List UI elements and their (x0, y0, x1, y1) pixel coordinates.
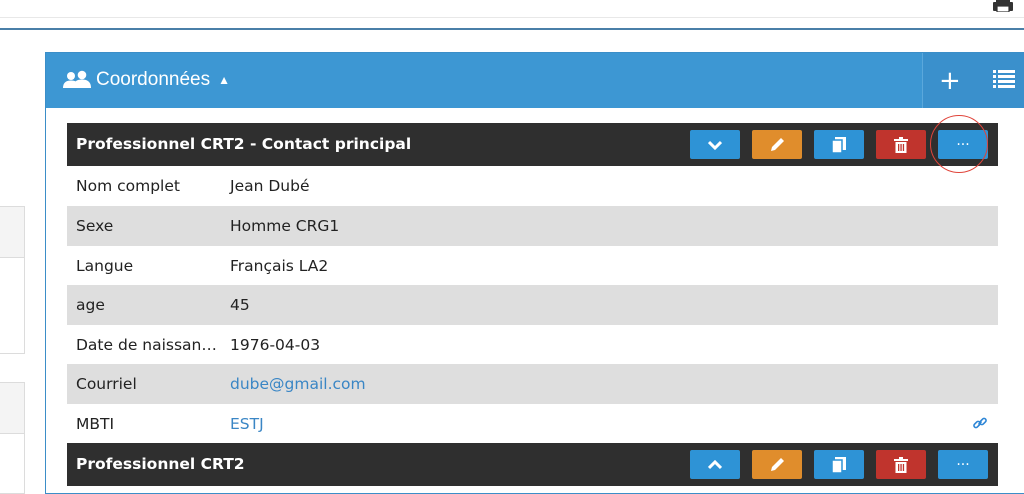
copy-icon (832, 456, 846, 473)
field-label: Courriel (76, 375, 137, 393)
field-value: Français LA2 (230, 257, 329, 275)
field-value: Jean Dubé (230, 177, 310, 195)
copy-button[interactable] (814, 450, 864, 479)
field-label: Nom complet (76, 177, 180, 195)
field-row: MBTI ESTJ (67, 404, 998, 444)
field-row: Date de naissan… 1976-04-03 (67, 325, 998, 365)
chevron-down-icon (708, 140, 722, 150)
field-row: Courriel dube@gmail.com (67, 364, 998, 404)
field-label: Date de naissan… (76, 336, 217, 354)
trash-icon (894, 456, 908, 473)
printer-icon[interactable] (992, 0, 1014, 12)
panel-header: Coordonnées ▲ + (46, 53, 1024, 108)
delete-button[interactable] (876, 450, 926, 479)
more-button[interactable]: ··· (938, 130, 988, 159)
side-panel-1 (0, 206, 25, 354)
field-label: age (76, 296, 105, 314)
field-label: MBTI (76, 415, 115, 433)
delete-button[interactable] (876, 130, 926, 159)
side-panel-1-header (0, 207, 24, 258)
field-label: Langue (76, 257, 134, 275)
side-panel-2 (0, 382, 25, 494)
field-value: 1976-04-03 (230, 336, 321, 354)
top-bar (0, 0, 1024, 30)
chevron-up-icon (708, 459, 722, 469)
edit-button[interactable] (752, 450, 802, 479)
link-icon[interactable] (972, 415, 988, 435)
copy-button[interactable] (814, 130, 864, 159)
panel-title-text: Coordonnées (96, 69, 211, 90)
more-button[interactable]: ··· (938, 450, 988, 479)
record-actions: ··· (690, 130, 988, 159)
field-row: Nom complet Jean Dubé (67, 166, 998, 206)
pencil-icon (771, 137, 784, 151)
panel-title-toggle[interactable]: Coordonnées ▲ (62, 67, 230, 93)
field-row: Langue Français LA2 (67, 246, 998, 286)
list-icon[interactable] (992, 68, 1015, 94)
trash-icon (894, 136, 908, 153)
field-value: Homme CRG1 (230, 217, 340, 235)
copy-icon (832, 136, 846, 153)
plus-icon[interactable]: + (939, 68, 961, 94)
field-label: Sexe (76, 217, 114, 235)
side-panel-2-header (0, 383, 24, 434)
header-actions: + (922, 53, 1024, 108)
field-row: age 45 (67, 285, 998, 325)
more-icon: ··· (956, 456, 970, 473)
caret-up-icon: ▲ (218, 73, 230, 87)
record-title: Professionnel CRT2 - Contact principal (76, 135, 412, 153)
record-header: Professionnel CRT2 - Contact principal ·… (67, 123, 998, 166)
coordonnees-panel: Coordonnées ▲ + Professionnel CRT2 - Con… (45, 52, 1024, 494)
record-actions: ··· (690, 450, 988, 479)
pencil-icon (771, 457, 784, 471)
field-value: 45 (230, 296, 250, 314)
mbti-link[interactable]: ESTJ (230, 415, 264, 433)
email-link[interactable]: dube@gmail.com (230, 375, 366, 393)
users-icon (63, 70, 91, 88)
record-title: Professionnel CRT2 (76, 455, 245, 473)
collapse-button[interactable] (690, 130, 740, 159)
top-divider (0, 17, 1024, 18)
field-row: Sexe Homme CRG1 (67, 206, 998, 246)
record-header: Professionnel CRT2 ··· (67, 443, 998, 486)
more-icon: ··· (956, 136, 970, 153)
expand-button[interactable] (690, 450, 740, 479)
edit-button[interactable] (752, 130, 802, 159)
